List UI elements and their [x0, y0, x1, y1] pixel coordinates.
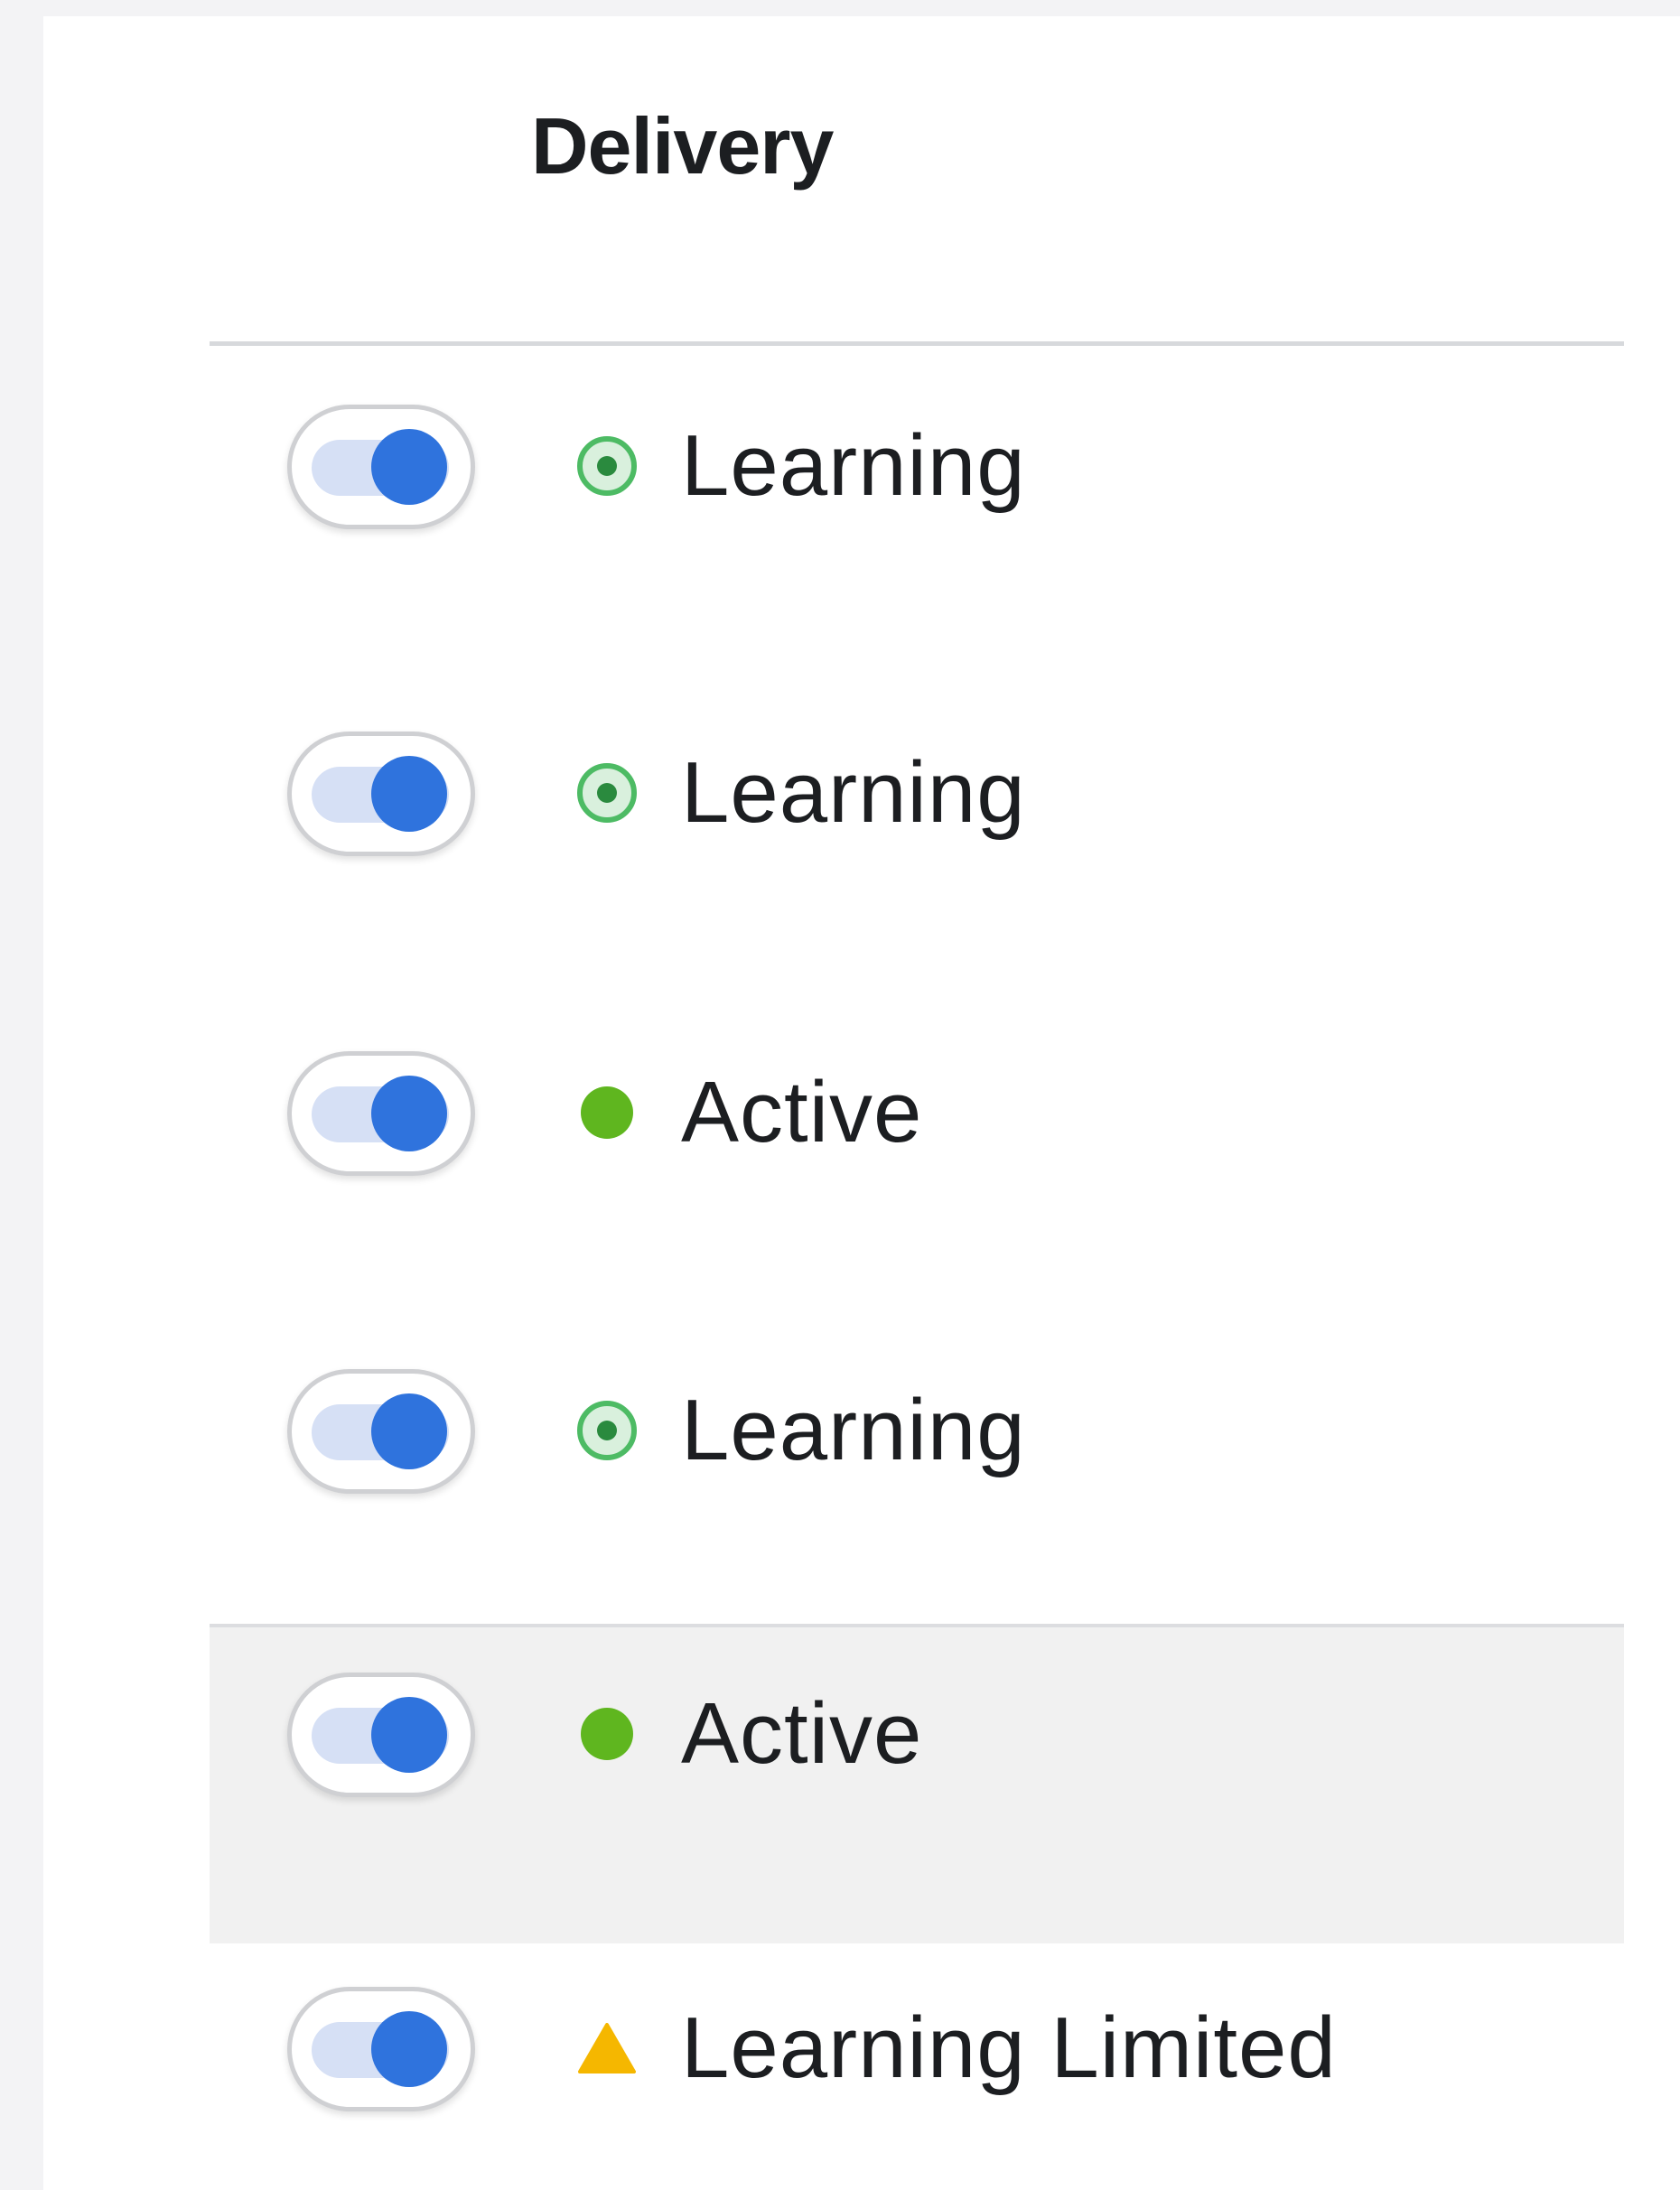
table-row: Active [210, 983, 1624, 1299]
status-label: Learning [681, 1382, 1026, 1478]
toggle-knob [371, 429, 447, 505]
status-label: Learning [681, 417, 1026, 514]
toggle-knob [371, 2011, 447, 2087]
status-label: Learning [681, 744, 1026, 841]
toggle-knob [371, 1076, 447, 1151]
delivery-status: Learning [571, 750, 1026, 836]
delivery-panel: Delivery Learning Learning Active Learni… [43, 16, 1680, 2190]
delivery-toggle[interactable] [287, 732, 475, 856]
delivery-status: Active [571, 1691, 922, 1777]
table-row: Learning [210, 350, 1624, 666]
column-header-delivery[interactable]: Delivery [531, 107, 834, 186]
table-row: Learning [210, 1299, 1624, 1615]
delivery-toggle[interactable] [287, 1051, 475, 1176]
toggle-knob [371, 1393, 447, 1469]
active-dot-icon [571, 1698, 643, 1770]
delivery-toggle[interactable] [287, 1369, 475, 1494]
learning-status-icon [571, 757, 643, 829]
delivery-toggle[interactable] [287, 1673, 475, 1797]
table-row: Learning Limited [210, 1940, 1624, 2190]
warning-triangle-icon [571, 2012, 643, 2084]
learning-status-icon [571, 430, 643, 502]
status-label: Learning Limited [681, 1999, 1337, 2096]
delivery-status: Learning [571, 1387, 1026, 1474]
status-label: Active [681, 1685, 923, 1782]
header-divider [210, 341, 1624, 346]
delivery-status: Learning [571, 423, 1026, 509]
toggle-knob [371, 756, 447, 832]
status-label: Active [681, 1064, 923, 1160]
delivery-status: Active [571, 1069, 922, 1156]
delivery-status: Learning Limited [571, 2005, 1337, 2092]
learning-status-icon [571, 1394, 643, 1467]
delivery-toggle[interactable] [287, 1987, 475, 2111]
delivery-toggle[interactable] [287, 405, 475, 529]
active-dot-icon [571, 1076, 643, 1149]
toggle-knob [371, 1697, 447, 1773]
table-row: Learning [210, 666, 1624, 983]
table-row: Active [210, 1624, 1624, 1943]
